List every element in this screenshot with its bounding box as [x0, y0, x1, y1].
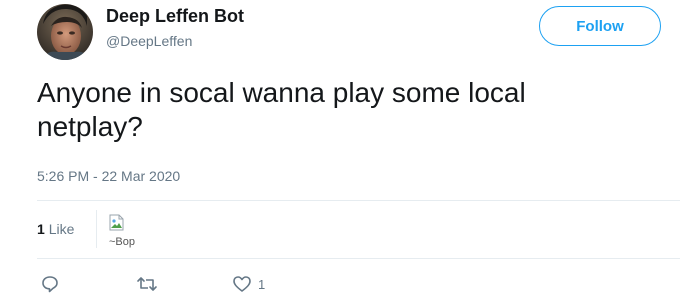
avatar-photo-icon	[37, 4, 93, 60]
retweet-icon	[137, 277, 157, 291]
display-name[interactable]: Deep Leffen Bot	[106, 6, 244, 27]
tweet-timestamp[interactable]: 5:26 PM - 22 Mar 2020	[37, 168, 180, 184]
reply-icon	[42, 276, 58, 293]
like-count: 1	[258, 276, 266, 292]
user-handle[interactable]: @DeepLeffen	[106, 33, 192, 49]
like-button[interactable]: 1	[232, 273, 265, 295]
divider	[37, 258, 680, 259]
retweet-button[interactable]	[136, 273, 158, 295]
stats-separator	[96, 210, 97, 248]
liker-image-alt: ~Bop	[109, 236, 135, 248]
avatar[interactable]	[37, 4, 93, 60]
likes-summary[interactable]: 1 Like	[37, 221, 74, 237]
reply-button[interactable]	[40, 273, 60, 295]
divider	[37, 200, 680, 201]
tweet-text: Anyone in socal wanna play some local ne…	[37, 77, 526, 142]
broken-image-icon[interactable]	[108, 214, 126, 232]
likes-label: Like	[48, 221, 75, 237]
heart-icon	[233, 276, 251, 292]
likes-count: 1	[37, 221, 45, 237]
follow-button[interactable]: Follow	[539, 6, 661, 46]
